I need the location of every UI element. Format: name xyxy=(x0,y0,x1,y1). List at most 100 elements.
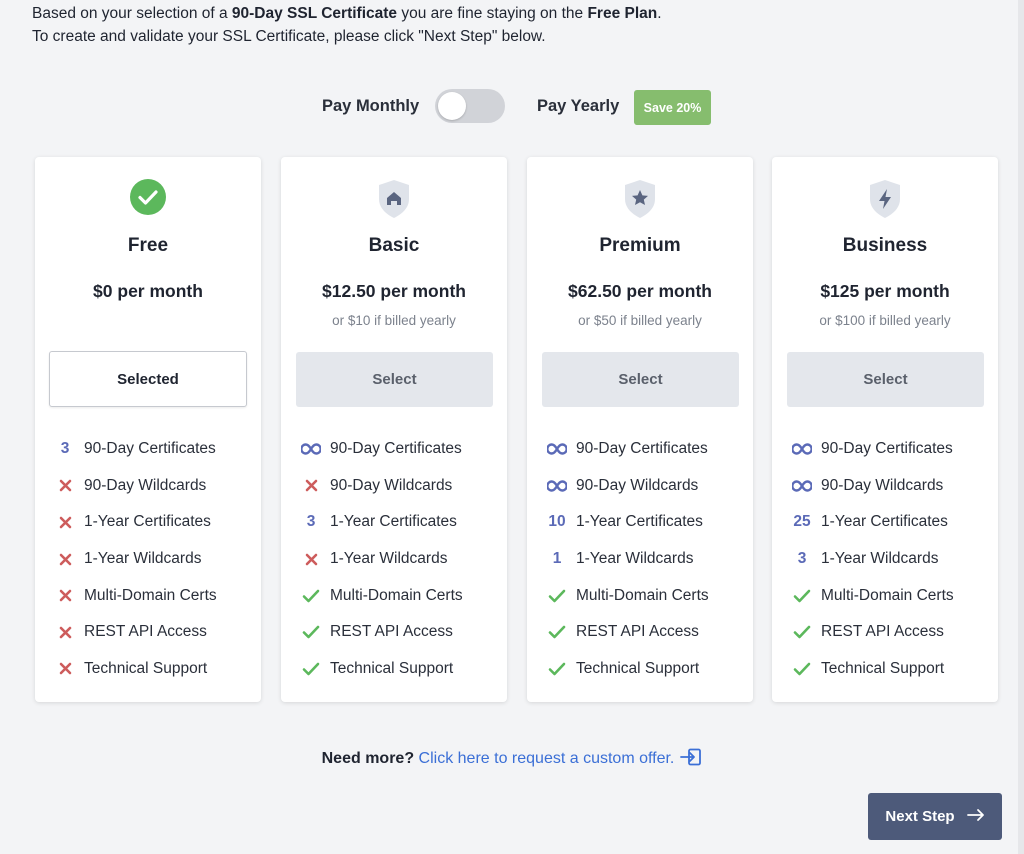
pay-yearly-label[interactable]: Pay Yearly xyxy=(537,97,619,116)
feature-item: 1 1-Year Wildcards xyxy=(547,541,709,578)
cross-icon xyxy=(301,553,321,566)
plan-card-basic: Basic $12.50 per month or $10 if billed ye… xyxy=(281,157,507,702)
plan-yearly-price: or $100 if billed yearly xyxy=(819,313,951,328)
next-step-label: Next Step xyxy=(885,808,955,825)
summary-line-1: Based on your selection of a 90-Day SSL … xyxy=(32,5,662,22)
cross-icon xyxy=(55,589,75,602)
feature-label: 1-Year Certificates xyxy=(84,513,211,531)
feature-item: 1-Year Wildcards xyxy=(301,541,463,578)
feature-label: 1-Year Wildcards xyxy=(821,550,939,568)
billing-period-switch: Pay Monthly Pay Yearly Save 20% xyxy=(0,88,1024,128)
cross-icon xyxy=(301,479,321,492)
feature-label: Multi-Domain Certs xyxy=(821,586,954,604)
infinity-icon xyxy=(792,443,812,455)
check-icon xyxy=(547,589,567,603)
bolt-shield-icon xyxy=(772,179,998,218)
feature-item: 90-Day Wildcards xyxy=(301,468,463,505)
feature-label: 1-Year Certificates xyxy=(576,513,703,531)
feature-label: REST API Access xyxy=(821,623,944,641)
feature-label: 90-Day Wildcards xyxy=(576,476,699,494)
plan-price: $62.50 per month xyxy=(568,281,712,301)
feature-count: 10 xyxy=(548,513,566,531)
feature-item: REST API Access xyxy=(792,614,954,651)
feature-label: Multi-Domain Certs xyxy=(84,586,217,604)
check-icon xyxy=(792,589,812,603)
feature-count: 25 xyxy=(793,513,811,531)
plan-name: Free xyxy=(127,235,169,256)
page-edge xyxy=(1018,0,1024,854)
feature-count: 1 xyxy=(552,550,562,568)
check-icon xyxy=(792,662,812,676)
plan-card-premium: Premium $62.50 per month or $50 if billed … xyxy=(527,157,753,702)
cross-icon xyxy=(55,662,75,675)
feature-label: 1-Year Wildcards xyxy=(576,550,694,568)
selection-summary: Based on your selection of a 90-Day SSL … xyxy=(32,2,662,48)
infinity-icon xyxy=(547,443,567,455)
plan-price: $0 per month xyxy=(93,281,203,301)
cross-icon xyxy=(55,479,75,492)
feature-label: Technical Support xyxy=(330,659,454,677)
feature-item: 3 1-Year Wildcards xyxy=(792,541,954,578)
feature-item: Technical Support xyxy=(792,651,954,688)
check-icon xyxy=(792,625,812,639)
sign-in-arrow-icon[interactable] xyxy=(680,748,702,771)
feature-list: 90-Day Certificates 90-Day Wildcards 3 1-Ye… xyxy=(301,431,463,687)
feature-label: 90-Day Certificates xyxy=(84,440,216,458)
billing-toggle[interactable] xyxy=(435,89,505,123)
feature-item: 3 90-Day Certificates xyxy=(55,431,217,468)
plan-name: Premium xyxy=(599,235,681,256)
infinity-icon xyxy=(547,480,567,492)
feature-count: 3 xyxy=(60,440,70,458)
feature-label: REST API Access xyxy=(84,623,207,641)
plan-card-free: Free $0 per month Selected 3 90-Day Certific… xyxy=(35,157,261,702)
custom-offer: Need more? Click here to request a custo… xyxy=(0,748,1024,771)
feature-label: Technical Support xyxy=(576,659,700,677)
recommended-plan: Free Plan xyxy=(587,5,658,22)
feature-label: 1-Year Wildcards xyxy=(84,550,202,568)
feature-label: Technical Support xyxy=(821,659,945,677)
pay-monthly-label[interactable]: Pay Monthly xyxy=(322,97,419,116)
feature-label: REST API Access xyxy=(330,623,453,641)
custom-offer-link[interactable]: Click here to request a custom offer. xyxy=(419,748,703,767)
select-button-business[interactable]: Select xyxy=(787,352,984,407)
feature-label: 90-Day Certificates xyxy=(330,440,462,458)
feature-item: Multi-Domain Certs xyxy=(55,577,217,614)
plan-yearly-price: or $10 if billed yearly xyxy=(332,313,456,328)
feature-item: Technical Support xyxy=(55,651,217,688)
infinity-icon xyxy=(792,480,812,492)
feature-label: 90-Day Certificates xyxy=(576,440,708,458)
plan-name: Business xyxy=(842,235,928,256)
selected-button-free[interactable]: Selected xyxy=(49,351,247,407)
feature-list: 90-Day Certificates 90-Day Wildcards 25 1-Y… xyxy=(792,431,954,687)
plan-price: $12.50 per month xyxy=(322,281,466,301)
feature-item: Technical Support xyxy=(301,651,463,688)
feature-label: 90-Day Wildcards xyxy=(84,476,207,494)
feature-label: 1-Year Wildcards xyxy=(330,550,448,568)
plan-yearly-price: or $50 if billed yearly xyxy=(578,313,702,328)
select-button-premium[interactable]: Select xyxy=(542,352,739,407)
star-shield-icon xyxy=(527,179,753,218)
feature-item: 90-Day Wildcards xyxy=(55,468,217,505)
select-button-basic[interactable]: Select xyxy=(296,352,493,407)
feature-item: 90-Day Wildcards xyxy=(792,468,954,505)
feature-label: REST API Access xyxy=(576,623,699,641)
cross-icon xyxy=(55,553,75,566)
feature-item: 1-Year Wildcards xyxy=(55,541,217,578)
selected-certificate: 90-Day SSL Certificate xyxy=(231,5,398,22)
feature-item: REST API Access xyxy=(547,614,709,651)
feature-count: 3 xyxy=(797,550,807,568)
feature-label: 90-Day Wildcards xyxy=(330,476,453,494)
next-step-button[interactable]: Next Step xyxy=(868,793,1002,840)
feature-list: 3 90-Day Certificates 90-Day Wildcards 1-Ye… xyxy=(55,431,217,687)
feature-item: REST API Access xyxy=(55,614,217,651)
feature-label: Technical Support xyxy=(84,659,208,677)
check-icon xyxy=(301,662,321,676)
check-icon xyxy=(301,589,321,603)
check-icon xyxy=(547,625,567,639)
feature-list: 90-Day Certificates 90-Day Wildcards 10 1-Y… xyxy=(547,431,709,687)
toggle-knob[interactable] xyxy=(438,92,466,120)
check-icon xyxy=(301,625,321,639)
summary-line-2: To create and validate your SSL Certific… xyxy=(32,28,546,45)
check-icon xyxy=(547,662,567,676)
feature-item: 10 1-Year Certificates xyxy=(547,504,709,541)
